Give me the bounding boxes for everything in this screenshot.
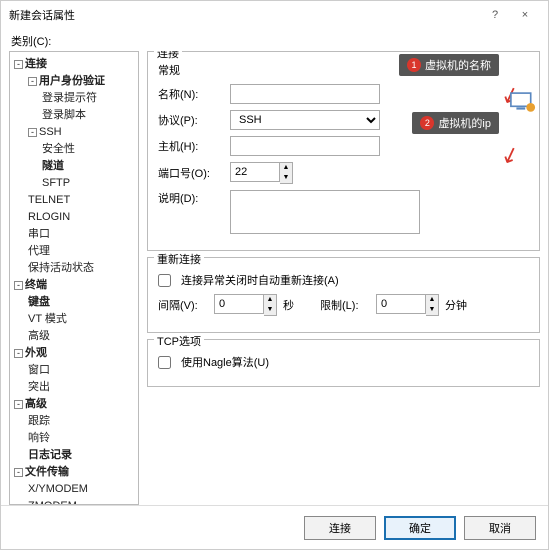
spin-up-icon[interactable]: ▲ xyxy=(426,295,438,305)
tree-advanced2[interactable]: 高级 xyxy=(25,398,47,410)
category-tree[interactable]: -连接 -用户身份验证 登录提示符 登录脚本 -SSH 安全性 隧道 xyxy=(9,51,139,505)
tree-vtmode[interactable]: VT 模式 xyxy=(28,311,136,328)
tree-keepalive[interactable]: 保持活动状态 xyxy=(28,260,136,277)
tree-ssh[interactable]: SSH xyxy=(39,126,62,138)
min-label: 分钟 xyxy=(445,297,467,313)
titlebar: 新建会话属性 ? × xyxy=(1,1,548,29)
callout-vm-ip: 2 虚拟机的ip xyxy=(412,112,499,134)
port-label: 端口号(O): xyxy=(158,165,224,181)
desc-textarea[interactable] xyxy=(230,190,420,234)
monitor-icon xyxy=(509,92,537,114)
tree-trace[interactable]: 跟踪 xyxy=(28,413,136,430)
tree-filetransfer[interactable]: 文件传输 xyxy=(25,466,69,478)
callout-vm-name: 1 虚拟机的名称 xyxy=(399,54,499,76)
close-button[interactable]: × xyxy=(510,9,540,21)
spin-up-icon[interactable]: ▲ xyxy=(264,295,276,305)
badge-1: 1 xyxy=(407,58,421,72)
tree-terminal[interactable]: 终端 xyxy=(25,279,47,291)
spin-up-icon[interactable]: ▲ xyxy=(280,163,292,173)
name-input[interactable] xyxy=(230,84,380,104)
tree-appearance[interactable]: 外观 xyxy=(25,347,47,359)
port-spinner[interactable]: ▲▼ xyxy=(230,162,293,184)
badge-2: 2 xyxy=(420,116,434,130)
tree-keyboard[interactable]: 键盘 xyxy=(28,294,136,311)
sec-label: 秒 xyxy=(283,297,294,313)
category-label: 类别(C): xyxy=(1,29,548,51)
nagle-checkbox[interactable] xyxy=(158,356,171,369)
tree-tunnel[interactable]: 隧道 xyxy=(42,158,136,175)
port-input[interactable] xyxy=(230,162,280,182)
collapse-icon[interactable]: - xyxy=(14,400,23,409)
dialog-footer: 连接 确定 取消 xyxy=(1,505,548,549)
reconnect-label: 连接异常关闭时自动重新连接(A) xyxy=(181,272,339,288)
window-title: 新建会话属性 xyxy=(9,7,480,23)
protocol-select[interactable]: SSH xyxy=(230,110,380,130)
tree-highlight[interactable]: 突出 xyxy=(28,379,136,396)
cancel-button[interactable]: 取消 xyxy=(464,516,536,540)
limit-spinner[interactable]: ▲▼ xyxy=(376,294,439,316)
nagle-label: 使用Nagle算法(U) xyxy=(181,354,269,370)
reconnect-heading: 重新连接 xyxy=(154,251,204,267)
help-button[interactable]: ? xyxy=(480,9,510,21)
tree-telnet[interactable]: TELNET xyxy=(28,192,136,209)
tree-logging[interactable]: 日志记录 xyxy=(28,447,136,464)
tree-xymodem[interactable]: X/YMODEM xyxy=(28,481,136,498)
tree-sftp[interactable]: SFTP xyxy=(42,175,136,192)
desc-label: 说明(D): xyxy=(158,190,224,206)
collapse-icon[interactable]: - xyxy=(28,128,37,137)
tree-serial[interactable]: 串口 xyxy=(28,226,136,243)
settings-panel: 连接 常规 名称(N): 协议(P): SSH 主机(H): 端口号(O): xyxy=(147,51,540,505)
tree-login-prompt[interactable]: 登录提示符 xyxy=(42,90,136,107)
tree-bell[interactable]: 响铃 xyxy=(28,430,136,447)
tree-rlogin[interactable]: RLOGIN xyxy=(28,209,136,226)
tree-security[interactable]: 安全性 xyxy=(42,141,136,158)
collapse-icon[interactable]: - xyxy=(28,77,37,86)
tree-login-script[interactable]: 登录脚本 xyxy=(42,107,136,124)
tree-zmodem[interactable]: ZMODEM xyxy=(28,498,136,505)
interval-spinner[interactable]: ▲▼ xyxy=(214,294,277,316)
host-label: 主机(H): xyxy=(158,138,224,154)
connect-button[interactable]: 连接 xyxy=(304,516,376,540)
host-input[interactable] xyxy=(230,136,380,156)
tree-proxy[interactable]: 代理 xyxy=(28,243,136,260)
limit-label: 限制(L): xyxy=(320,297,370,313)
spin-down-icon[interactable]: ▼ xyxy=(280,173,292,183)
collapse-icon[interactable]: - xyxy=(14,281,23,290)
reconnect-checkbox[interactable] xyxy=(158,274,171,287)
interval-label: 间隔(V): xyxy=(158,297,208,313)
panel-header: 连接 xyxy=(154,51,182,61)
collapse-icon[interactable]: - xyxy=(14,60,23,69)
tree-advanced[interactable]: 高级 xyxy=(28,328,136,345)
collapse-icon[interactable]: - xyxy=(14,468,23,477)
name-label: 名称(N): xyxy=(158,86,224,102)
tree-connection[interactable]: 连接 xyxy=(25,58,47,70)
tcp-heading: TCP选项 xyxy=(154,333,204,349)
dialog-window: 新建会话属性 ? × 类别(C): -连接 -用户身份验证 登录提示符 登录脚本… xyxy=(0,0,549,550)
tree-auth[interactable]: 用户身份验证 xyxy=(39,75,105,87)
ok-button[interactable]: 确定 xyxy=(384,516,456,540)
protocol-label: 协议(P): xyxy=(158,112,224,128)
spin-down-icon[interactable]: ▼ xyxy=(426,305,438,315)
spin-down-icon[interactable]: ▼ xyxy=(264,305,276,315)
tree-window[interactable]: 窗口 xyxy=(28,362,136,379)
collapse-icon[interactable]: - xyxy=(14,349,23,358)
